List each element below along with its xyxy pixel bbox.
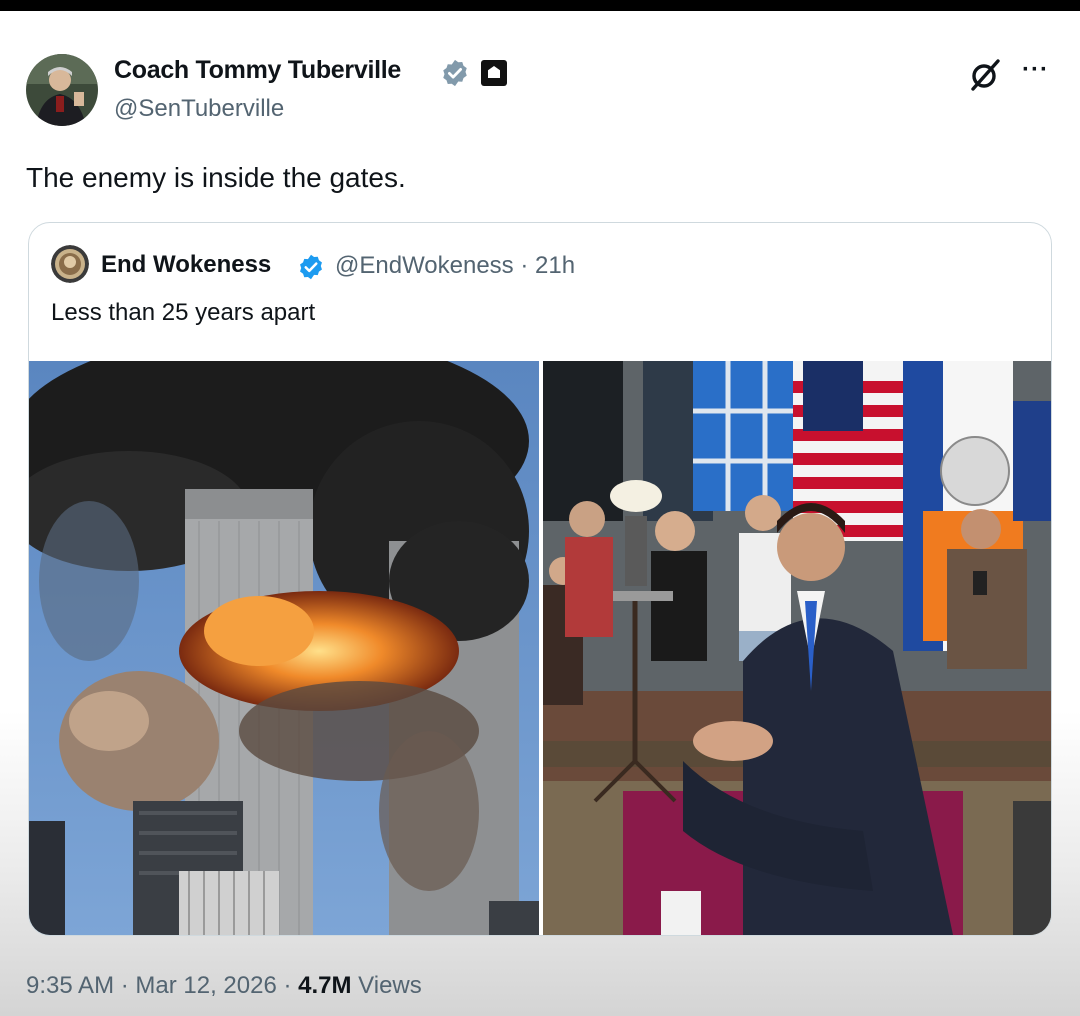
quoted-author-handle-time[interactable]: @EndWokeness · 21h <box>335 252 575 280</box>
verified-badge-icon <box>297 253 325 281</box>
more-options-icon[interactable]: ··· <box>1022 56 1049 84</box>
quoted-photo-gathering[interactable] <box>543 361 1051 935</box>
quoted-photo-burning-towers[interactable] <box>29 361 539 935</box>
government-building-icon <box>481 60 507 86</box>
top-bar <box>0 0 1080 11</box>
views-label: Views <box>351 972 422 999</box>
tweet-timestamp[interactable]: 9:35 AM · Mar 12, 2026 · <box>26 972 298 999</box>
author-handle[interactable]: @SenTuberville <box>114 95 284 123</box>
author-display-name[interactable]: Coach Tommy Tuberville <box>114 56 401 85</box>
tweet-text: The enemy is inside the gates. <box>26 162 406 193</box>
quoted-tweet-card[interactable]: End Wokeness @EndWokeness · 21h Less tha… <box>28 222 1052 936</box>
views-count: 4.7M <box>298 972 352 999</box>
tweet-meta: 9:35 AM · Mar 12, 2026 · 4.7M Views <box>26 972 422 1000</box>
author-avatar[interactable] <box>26 54 98 126</box>
verified-badge-icon <box>440 58 470 88</box>
grok-icon[interactable] <box>968 58 1002 92</box>
quoted-tweet-text: Less than 25 years apart <box>51 299 316 326</box>
quoted-author-avatar[interactable] <box>51 245 89 283</box>
quoted-author-display-name[interactable]: End Wokeness <box>101 251 271 279</box>
